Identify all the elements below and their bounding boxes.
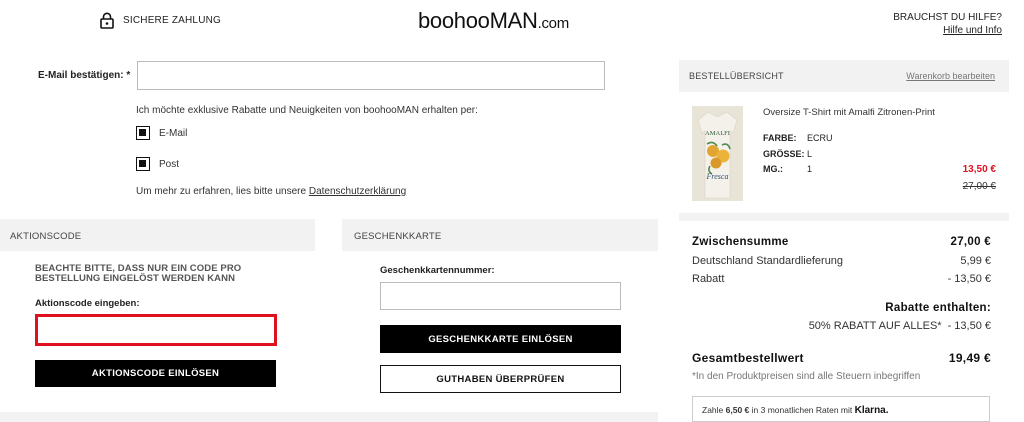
original-price: 27,00 € <box>962 181 996 192</box>
redeem-giftcard-button[interactable]: GESCHENKKARTE EINLÖSEN <box>380 325 621 353</box>
check-balance-button[interactable]: GUTHABEN ÜBERPRÜFEN <box>380 365 621 393</box>
product-attr-size: GRÖSSE: L <box>763 149 812 159</box>
product-title[interactable]: Oversize T-Shirt mit Amalfi Zitronen-Pri… <box>763 107 935 118</box>
newsletter-optin-text: Ich möchte exklusive Rabatte und Neuigke… <box>136 105 478 116</box>
attr-value: 1 <box>807 164 813 174</box>
klarna-installments-box: Zahle 6,50 € in 3 monatlichen Raten mit … <box>692 396 990 422</box>
privacy-link[interactable]: Datenschutzerklärung <box>309 186 406 197</box>
promo-note: BEACHTE BITTE, DASS NUR EIN CODE PRO BES… <box>35 263 242 284</box>
print-text-bottom: Fresca <box>706 172 729 181</box>
klarna-middle: in 3 monatlichen Raten mit <box>749 405 855 415</box>
discount-detail-label: 50% RABATT AUF ALLES* <box>808 320 942 332</box>
discount-detail-value: - 13,50 € <box>947 320 991 332</box>
tshirt-illustration: AMALFI Fresca <box>692 106 743 201</box>
lock-icon <box>100 12 114 29</box>
email-optin-label: E-Mail <box>159 128 188 139</box>
promo-input-label: Aktionscode eingeben: <box>35 298 140 309</box>
discounts-included-row: Rabatte enthalten: <box>692 302 991 314</box>
product-image[interactable]: AMALFI Fresca <box>692 106 743 201</box>
edit-cart-link[interactable]: Warenkorb bearbeiten <box>906 71 995 81</box>
logo-suffix: .com <box>537 15 570 32</box>
promo-section-header: AKTIONSCODE <box>0 219 315 251</box>
total-label: Gesamtbestellwert <box>692 351 804 365</box>
privacy-text: Um mehr zu erfahren, lies bitte unsere <box>136 186 309 197</box>
privacy-note: Um mehr zu erfahren, lies bitte unsere D… <box>136 186 406 197</box>
attr-value: ECRU <box>807 133 833 143</box>
product-attr-color: FARBE: ECRU <box>763 133 833 143</box>
help-link[interactable]: Hilfe und Info <box>893 24 1002 37</box>
attr-key: MG.: <box>763 164 783 174</box>
product-attr-quantity: MG.: 1 <box>763 164 812 174</box>
print-text-top: AMALFI <box>705 130 730 137</box>
subtotal-label: Zwischensumme <box>692 236 789 248</box>
shipping-value: 5,99 € <box>960 255 991 267</box>
giftcard-section-header: GESCHENKKARTE <box>342 219 658 251</box>
tax-note: *In den Produktpreisen sind alle Steuern… <box>692 371 921 382</box>
giftcard-input-label: Geschenkkartennummer: <box>380 265 495 276</box>
subtotal-row: Zwischensumme 27,00 € <box>692 236 991 248</box>
attr-key: GRÖSSE: <box>763 149 805 159</box>
discounts-included-label: Rabatte enthalten: <box>885 302 991 314</box>
discount-row: Rabatt - 13,50 € <box>692 273 991 285</box>
attr-key: FARBE: <box>763 133 797 143</box>
logo-text: boohooMAN <box>418 8 538 33</box>
site-logo[interactable]: boohooMAN.com <box>418 8 569 34</box>
shipping-row: Deutschland Standardlieferung 5,99 € <box>692 255 991 267</box>
redeem-promo-button[interactable]: AKTIONSCODE EINLÖSEN <box>35 360 276 387</box>
summary-divider <box>679 213 1009 221</box>
order-summary-header: BESTELLÜBERSICHT Warenkorb bearbeiten <box>679 60 1009 92</box>
post-optin-checkbox[interactable] <box>136 157 150 171</box>
total-row: Gesamtbestellwert 19,49 € <box>692 351 991 365</box>
email-confirm-label: E-Mail bestätigen: * <box>38 70 131 81</box>
help-title: BRAUCHST DU HILFE? <box>893 12 1002 23</box>
secure-payment-label: SICHERE ZAHLUNG <box>123 15 222 26</box>
giftcard-number-input[interactable] <box>380 282 621 310</box>
shipping-label: Deutschland Standardlieferung <box>692 255 844 267</box>
post-optin-label: Post <box>159 159 180 170</box>
total-value: 19,49 € <box>948 351 991 365</box>
order-summary-title: BESTELLÜBERSICHT <box>689 71 784 81</box>
sale-price: 13,50 € <box>962 164 996 175</box>
discount-label: Rabatt <box>692 273 725 285</box>
help-block: BRAUCHST DU HILFE? Hilfe und Info <box>893 11 1002 37</box>
attr-value: L <box>807 149 813 159</box>
discount-detail-row: 50% RABATT AUF ALLES* - 13,50 € <box>692 320 991 332</box>
klarna-prefix: Zahle <box>702 405 726 415</box>
email-confirm-input[interactable] <box>137 61 605 90</box>
section-divider <box>0 412 658 422</box>
discount-value: - 13,50 € <box>947 273 991 285</box>
email-optin-checkbox[interactable] <box>136 126 150 140</box>
promo-code-input[interactable] <box>35 314 277 346</box>
klarna-amount: 6,50 € <box>725 405 750 415</box>
secure-payment-badge: SICHERE ZAHLUNG <box>100 12 221 29</box>
klarna-logo: Klarna. <box>854 405 889 416</box>
subtotal-value: 27,00 € <box>950 236 991 248</box>
